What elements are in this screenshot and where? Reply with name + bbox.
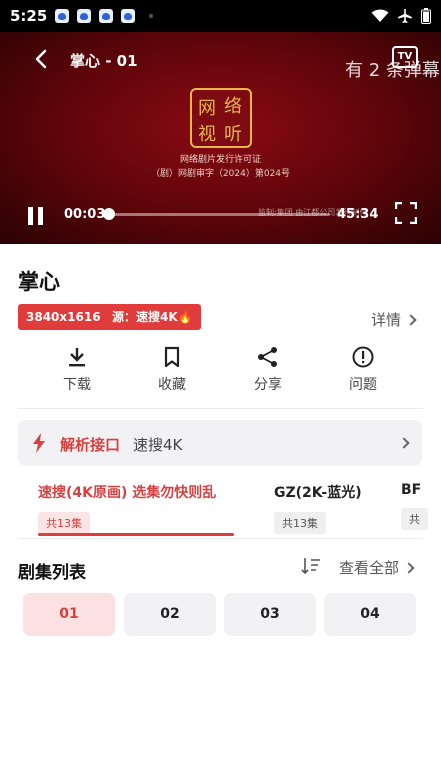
parse-value: 速搜4K bbox=[133, 436, 183, 454]
report-button[interactable]: 问题 bbox=[333, 346, 393, 394]
active-source-indicator bbox=[38, 533, 234, 536]
seal-char: 络 bbox=[224, 96, 242, 117]
status-time: 5:25 bbox=[10, 7, 48, 25]
status-bar: 5:25 bbox=[0, 0, 441, 32]
baidu-notification-icon bbox=[55, 9, 70, 23]
view-all-label: 查看全部 bbox=[338, 559, 399, 577]
download-label: 下载 bbox=[63, 377, 91, 393]
source-tab[interactable]: GZ(2K-蓝光) 共13集 bbox=[274, 482, 362, 534]
source-tab[interactable]: BF 共 bbox=[401, 482, 428, 530]
pause-button[interactable] bbox=[27, 207, 45, 225]
player-title: 掌心 - 01 bbox=[70, 52, 138, 70]
source-count: 共 bbox=[401, 508, 428, 530]
back-arrow-icon[interactable] bbox=[32, 48, 52, 70]
total-time: 45:34 bbox=[337, 207, 379, 222]
bookmark-icon bbox=[164, 346, 180, 368]
download-icon bbox=[69, 348, 85, 367]
battery-icon bbox=[421, 8, 431, 24]
current-time: 00:03 bbox=[64, 207, 106, 222]
airplane-mode-icon bbox=[398, 9, 412, 23]
episode-button[interactable]: 04 bbox=[324, 593, 416, 636]
source-badge: 源：速搜4K🔥 bbox=[104, 304, 201, 330]
show-title: 掌心 bbox=[18, 270, 60, 294]
seal-char: 视 bbox=[198, 124, 216, 145]
source-count: 共13集 bbox=[38, 512, 90, 534]
seek-bar[interactable] bbox=[108, 213, 330, 216]
baidu-notification-icon bbox=[99, 9, 114, 23]
divider bbox=[18, 408, 423, 409]
view-all-link[interactable]: 查看全部 bbox=[338, 557, 415, 578]
parse-interface-row[interactable]: 解析接口 速搜4K bbox=[18, 420, 422, 466]
divider bbox=[18, 538, 423, 539]
episode-button[interactable]: 02 bbox=[124, 593, 216, 636]
chevron-right-icon bbox=[398, 437, 410, 449]
wifi-icon bbox=[371, 9, 389, 22]
source-name: GZ(2K-蓝光) bbox=[274, 485, 362, 501]
favorite-label: 收藏 bbox=[158, 377, 186, 393]
chevron-right-icon bbox=[403, 562, 415, 574]
episode-button[interactable]: 03 bbox=[224, 593, 316, 636]
details-link[interactable]: 详情 bbox=[370, 309, 417, 330]
share-icon bbox=[258, 347, 277, 367]
lightning-icon bbox=[33, 433, 45, 453]
source-tab[interactable]: 速搜(4K原画) 选集勿快则乱 共13集 bbox=[38, 482, 216, 534]
episode-list-title: 剧集列表 bbox=[18, 563, 86, 583]
details-label: 详情 bbox=[370, 311, 401, 329]
chevron-right-icon bbox=[405, 314, 417, 326]
baidu-notification-icon bbox=[121, 9, 136, 23]
source-name: BF bbox=[401, 482, 422, 498]
notification-dot-icon bbox=[149, 14, 154, 18]
parse-label: 解析接口 bbox=[60, 436, 121, 454]
resolution-badge: 3840x1616 bbox=[18, 304, 109, 330]
favorite-button[interactable]: 收藏 bbox=[142, 346, 202, 394]
baidu-notification-icon bbox=[77, 9, 92, 23]
exclamation-circle-icon bbox=[352, 346, 374, 368]
license-seal-logo: 网 络 视 听 bbox=[190, 88, 252, 148]
source-count: 共13集 bbox=[274, 512, 326, 534]
video-player[interactable]: 掌心 - 01 有 2 条弹幕 TV 网 络 视 听 网络剧片发行许可证 （剧）… bbox=[0, 32, 441, 244]
license-line-2: （剧）网剧审字（2024）第024号 bbox=[150, 169, 291, 179]
share-label: 分享 bbox=[254, 377, 282, 393]
report-label: 问题 bbox=[349, 377, 377, 393]
sort-icon[interactable] bbox=[301, 557, 321, 575]
fullscreen-icon[interactable] bbox=[395, 202, 417, 224]
seal-char: 听 bbox=[224, 124, 242, 145]
episode-button[interactable]: 01 bbox=[23, 593, 115, 636]
cast-tv-icon[interactable]: TV bbox=[392, 46, 418, 68]
share-button[interactable]: 分享 bbox=[238, 346, 298, 394]
seek-thumb[interactable] bbox=[103, 208, 115, 220]
source-name: 速搜(4K原画) 选集勿快则乱 bbox=[38, 485, 217, 501]
seal-char: 网 bbox=[198, 98, 216, 119]
license-line-1: 网络剧片发行许可证 bbox=[179, 155, 261, 165]
download-button[interactable]: 下载 bbox=[47, 346, 107, 394]
